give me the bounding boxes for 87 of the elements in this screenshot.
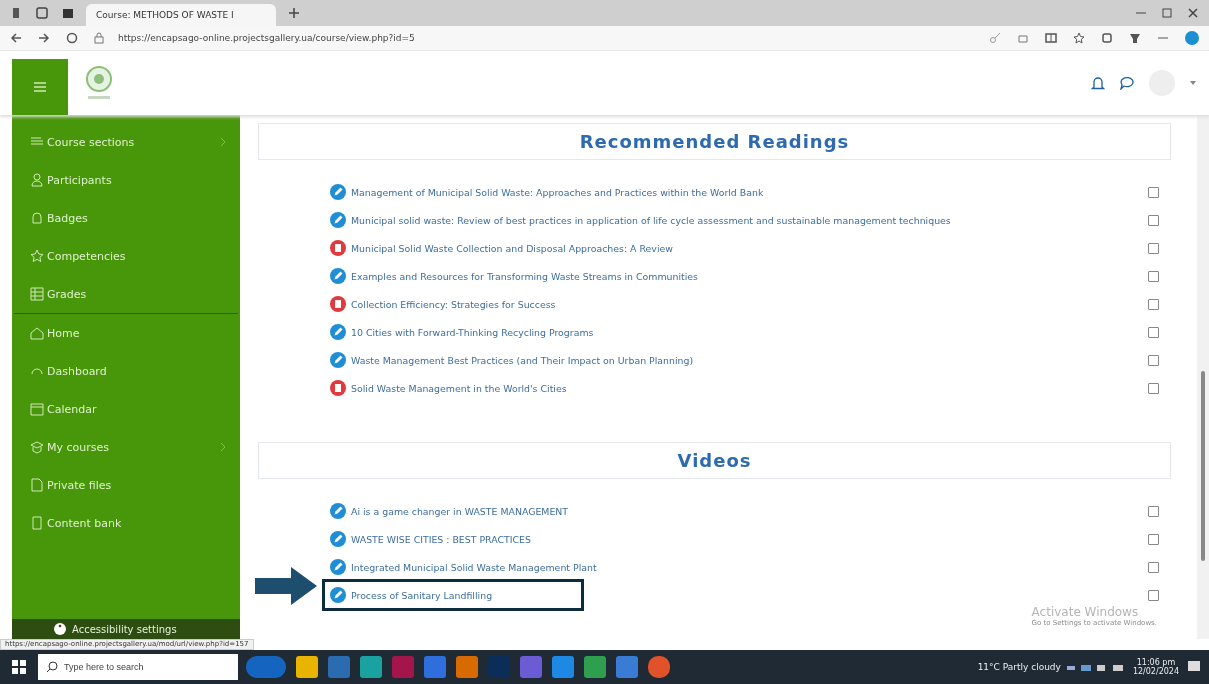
taskbar-app-icon[interactable] (246, 656, 286, 678)
chevron-icon (220, 442, 226, 452)
address-field[interactable]: https://encapsago-online.projectsgallery.ua/course/view.php?id=5 (118, 33, 415, 43)
activity-link[interactable]: Solid Waste Management in the World's Cities (351, 382, 567, 394)
sidebar-item[interactable]: Home (12, 314, 240, 352)
url-icon (330, 352, 346, 368)
activation-title: Activate Windows (1031, 605, 1140, 619)
pdf-icon (330, 296, 346, 312)
activity-link[interactable]: Municipal solid waste: Review of best practices in application of life cycle assessment and sustainable management techniques (351, 214, 951, 226)
pdf-icon (330, 240, 346, 256)
completion-checkbox[interactable] (1148, 505, 1159, 517)
lock-icon (92, 30, 106, 46)
completion-checkbox[interactable] (1148, 214, 1159, 226)
taskbar-app-icon[interactable] (648, 656, 670, 678)
sidebar-item[interactable]: Participants (12, 161, 240, 199)
completion-checkbox[interactable] (1148, 186, 1159, 198)
sidebar-item[interactable]: Course sections (12, 123, 240, 161)
activity-link[interactable]: Process of Sanitary Landfilling (351, 589, 493, 601)
person-icon (30, 173, 44, 187)
activity-link[interactable]: WASTE WISE CITIES : BEST PRACTICES (351, 533, 531, 545)
restore-icon[interactable] (1159, 5, 1175, 21)
completion-checkbox[interactable] (1148, 242, 1159, 254)
graduation-cap-icon (30, 440, 44, 454)
section-heading: Recommended Readings (258, 123, 1171, 160)
accessibility-settings-link[interactable]: Accessibility settings (12, 619, 240, 639)
menu-button[interactable] (12, 59, 68, 115)
url-icon (330, 184, 346, 200)
sidebar-item[interactable]: Competencies (12, 237, 240, 275)
activity-link[interactable]: 10 Cities with Forward-Thinking Recycling Programs (351, 326, 594, 338)
completion-checkbox[interactable] (1148, 270, 1159, 282)
completion-checkbox[interactable] (1148, 298, 1159, 310)
tab-actions-icon[interactable] (34, 5, 50, 21)
activity-link[interactable]: Ai is a game changer in WASTE MANAGEMENT (351, 505, 569, 517)
url-icon (330, 324, 346, 340)
url-icon (330, 268, 346, 284)
url-icon (330, 212, 346, 228)
new-tab-icon[interactable] (286, 5, 302, 21)
url-icon (330, 587, 346, 603)
home-icon (30, 326, 44, 340)
copilot-icon[interactable] (1183, 29, 1201, 47)
activity-link[interactable]: Waste Management Best Practices (and Their Impact on Urban Planning) (351, 354, 694, 366)
chevron-icon (220, 137, 226, 147)
sidebar-item[interactable]: My courses (12, 428, 240, 466)
badge-icon (30, 211, 44, 225)
notification-bell-icon[interactable] (1091, 75, 1105, 91)
completion-checkbox[interactable] (1148, 589, 1159, 601)
sidebar-item[interactable]: Grades (12, 275, 240, 313)
annotation-arrow (255, 567, 317, 605)
table-icon (30, 287, 44, 301)
document-icon (30, 516, 44, 530)
pdf-icon (330, 380, 346, 396)
split-screen-icon[interactable] (1043, 30, 1059, 46)
file-icon (30, 478, 44, 492)
activity-link[interactable]: Integrated Municipal Solid Waste Management Plant (351, 561, 597, 573)
completion-checkbox[interactable] (1148, 533, 1159, 545)
menu-icon[interactable] (34, 82, 46, 92)
activity-link[interactable]: Collection Efficiency: Strategies for Success (351, 298, 556, 310)
completion-checkbox[interactable] (1148, 561, 1159, 573)
weather-widget[interactable]: 11°C Partly cloudy (977, 662, 1061, 672)
taskbar-clock[interactable]: 11:06 pm 12/02/2024 (1132, 658, 1179, 676)
completion-checkbox[interactable] (1148, 354, 1159, 366)
completion-checkbox[interactable] (1148, 326, 1159, 338)
sidebar-item[interactable]: Badges (12, 199, 240, 237)
key-icon[interactable] (987, 30, 1003, 46)
collections-icon[interactable] (1099, 30, 1115, 46)
url-icon (330, 531, 346, 547)
calendar-icon (30, 402, 44, 416)
refresh-icon[interactable] (64, 30, 80, 46)
url-icon (330, 559, 346, 575)
activity-link[interactable]: Examples and Resources for Transforming Waste Streams in Communities (351, 270, 698, 282)
star-icon[interactable] (1071, 30, 1087, 46)
sidebar-item[interactable]: Private files (12, 466, 240, 504)
taskbar-app-icon[interactable] (296, 656, 318, 678)
completion-checkbox[interactable] (1148, 382, 1159, 394)
sidebar-item[interactable]: Dashboard (12, 352, 240, 390)
accessibility-icon (54, 623, 66, 635)
star-icon (30, 249, 44, 263)
section-heading: Videos (258, 442, 1171, 479)
sidebar-item[interactable]: Calendar (12, 390, 240, 428)
messages-icon[interactable] (1119, 76, 1135, 90)
url-icon (330, 503, 346, 519)
activity-link[interactable]: Management of Municipal Solid Waste: Approaches and Practices within the World Bank (351, 186, 764, 198)
activity-link[interactable]: Municipal Solid Waste Collection and Disposal Approaches: A Review (351, 242, 673, 254)
taskbar-search-field[interactable]: Type here to search (38, 654, 238, 680)
caret-icon[interactable] (1189, 80, 1197, 86)
sidebar-item[interactable]: Content bank (12, 504, 240, 542)
browser-tab[interactable]: Course: METHODS OF WASTE I (86, 4, 276, 26)
